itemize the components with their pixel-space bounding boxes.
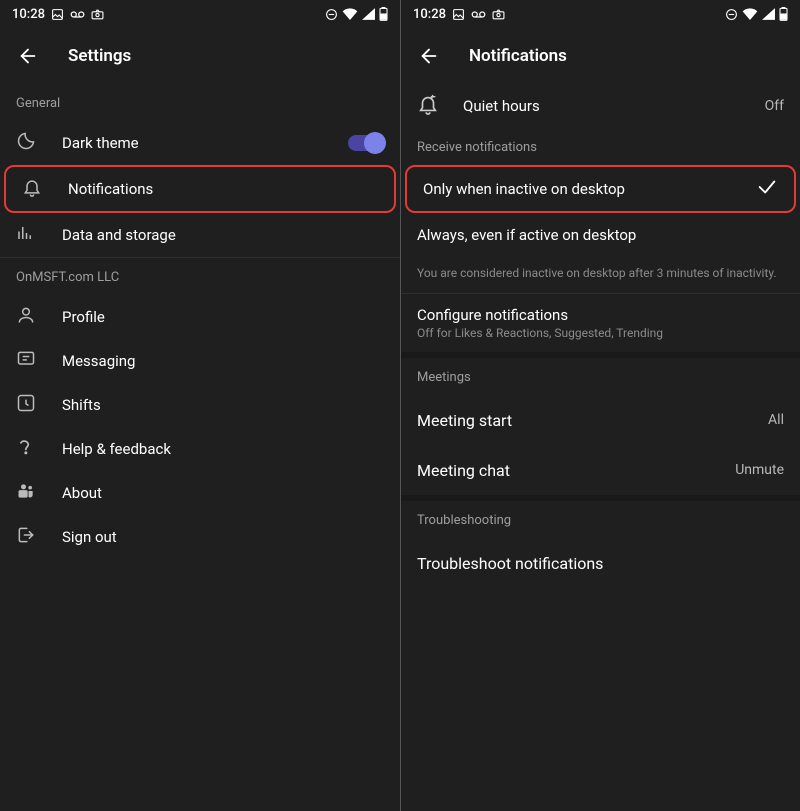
- about-label: About: [62, 484, 384, 502]
- voicemail-icon: [70, 9, 85, 20]
- dnd-icon: [325, 8, 338, 21]
- row-data-storage[interactable]: Data and storage: [0, 213, 400, 257]
- inactive-help-text: You are considered inactive on desktop a…: [401, 257, 800, 293]
- status-time: 10:28: [12, 7, 45, 22]
- screen-settings: 10:28: [0, 0, 400, 811]
- row-profile[interactable]: Profile: [0, 295, 400, 339]
- bars-icon: [16, 224, 34, 246]
- row-configure[interactable]: Configure notifications Off for Likes & …: [401, 294, 800, 352]
- battery-icon: [779, 7, 788, 21]
- quiet-hours-label: Quiet hours: [463, 97, 765, 115]
- row-shifts[interactable]: Shifts: [0, 383, 400, 427]
- section-troubleshooting: Troubleshooting: [401, 501, 800, 538]
- quiet-hours-value: Off: [765, 98, 784, 114]
- meeting-start-label: Meeting start: [417, 411, 768, 430]
- notifications-label: Notifications: [68, 180, 378, 198]
- meeting-start-value: All: [768, 412, 784, 428]
- page-title: Notifications: [469, 46, 567, 66]
- configure-sub: Off for Likes & Reactions, Suggested, Tr…: [417, 326, 784, 340]
- quiet-hours-icon: [417, 93, 439, 119]
- data-storage-label: Data and storage: [62, 226, 384, 244]
- question-icon: [16, 437, 34, 461]
- shifts-label: Shifts: [62, 396, 384, 414]
- back-button[interactable]: [8, 36, 48, 76]
- check-icon: [756, 176, 778, 202]
- row-help[interactable]: Help & feedback: [0, 427, 400, 471]
- highlight-notifications: Notifications: [4, 165, 396, 213]
- row-quiet-hours[interactable]: Quiet hours Off: [401, 84, 800, 128]
- signout-label: Sign out: [62, 528, 384, 546]
- row-notifications[interactable]: Notifications: [6, 167, 394, 211]
- dnd-icon: [725, 8, 738, 21]
- row-messaging[interactable]: Messaging: [0, 339, 400, 383]
- status-time: 10:28: [413, 7, 446, 22]
- option-only-inactive-label: Only when inactive on desktop: [423, 180, 756, 198]
- status-bar: 10:28: [0, 0, 400, 28]
- camera-icon: [91, 9, 104, 20]
- row-dark-theme[interactable]: Dark theme: [0, 121, 400, 165]
- option-always-label: Always, even if active on desktop: [417, 226, 784, 244]
- messaging-label: Messaging: [62, 352, 384, 370]
- option-always[interactable]: Always, even if active on desktop: [401, 213, 800, 257]
- signal-icon: [762, 8, 775, 20]
- section-meetings: Meetings: [401, 358, 800, 395]
- moon-icon: [16, 131, 36, 155]
- image-icon: [452, 8, 465, 21]
- row-meeting-chat[interactable]: Meeting chat Unmute: [401, 445, 800, 495]
- signal-icon: [362, 8, 375, 20]
- bell-icon: [22, 177, 42, 201]
- page-title: Settings: [68, 46, 131, 66]
- back-button[interactable]: [409, 36, 449, 76]
- section-general: General: [0, 84, 400, 121]
- configure-label: Configure notifications: [417, 306, 784, 324]
- profile-label: Profile: [62, 308, 384, 326]
- dark-theme-label: Dark theme: [62, 134, 348, 152]
- row-troubleshoot[interactable]: Troubleshoot notifications: [401, 538, 800, 588]
- section-org: OnMSFT.com LLC: [0, 258, 400, 295]
- option-only-inactive[interactable]: Only when inactive on desktop: [407, 167, 794, 211]
- row-signout[interactable]: Sign out: [0, 515, 400, 559]
- row-about[interactable]: About: [0, 471, 400, 515]
- help-label: Help & feedback: [62, 440, 384, 458]
- teams-icon: [16, 481, 36, 505]
- wifi-icon: [342, 8, 358, 20]
- screen-notifications: 10:28: [400, 0, 800, 811]
- troubleshoot-label: Troubleshoot notifications: [417, 554, 784, 573]
- image-icon: [51, 8, 64, 21]
- clock-icon: [16, 393, 36, 417]
- meeting-chat-label: Meeting chat: [417, 461, 735, 480]
- app-bar: Settings: [0, 28, 400, 84]
- message-icon: [16, 349, 36, 373]
- voicemail-icon: [471, 9, 486, 20]
- highlight-inactive-option: Only when inactive on desktop: [405, 165, 796, 213]
- section-receive: Receive notifications: [401, 128, 800, 165]
- camera-icon: [492, 9, 505, 20]
- dark-theme-toggle[interactable]: [348, 135, 384, 151]
- status-bar: 10:28: [401, 0, 800, 28]
- app-bar: Notifications: [401, 28, 800, 84]
- meeting-chat-value: Unmute: [735, 462, 784, 478]
- battery-icon: [379, 7, 388, 21]
- row-meeting-start[interactable]: Meeting start All: [401, 395, 800, 445]
- signout-icon: [16, 525, 36, 549]
- wifi-icon: [742, 8, 758, 20]
- person-icon: [16, 305, 36, 329]
